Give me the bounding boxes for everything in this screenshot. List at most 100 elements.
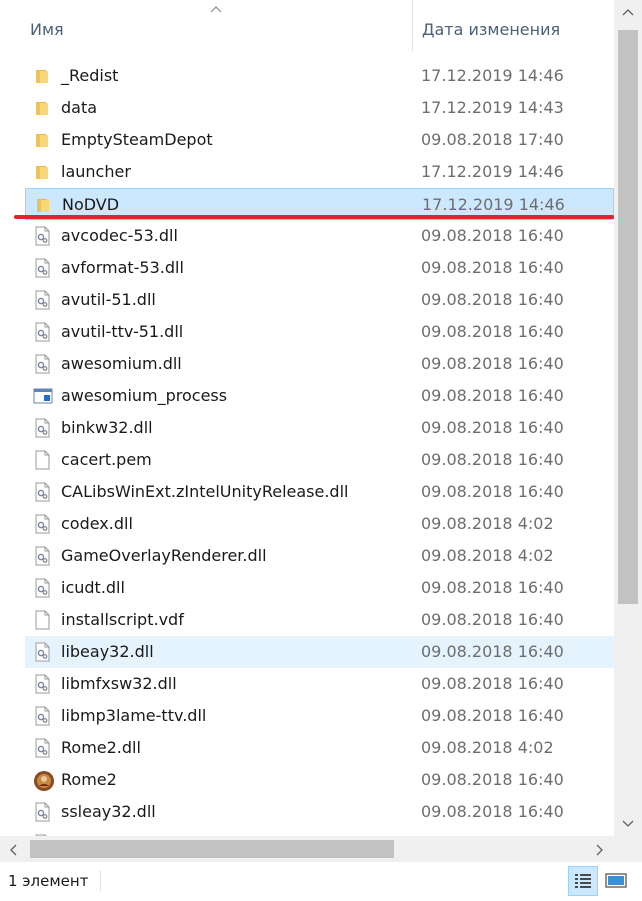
scroll-up-icon[interactable]: [622, 8, 634, 16]
horizontal-scroll-thumb[interactable]: [30, 840, 394, 858]
file-modified-date: 09.08.2018 4:02: [421, 738, 554, 757]
dll-icon: [33, 514, 51, 534]
file-row[interactable]: GameOverlayRenderer.dll 09.08.2018 4:02: [25, 540, 614, 572]
dll-icon: [33, 354, 51, 374]
file-row[interactable]: binkw32.dll 09.08.2018 16:40: [25, 412, 614, 444]
file-modified-date: 09.08.2018 4:02: [421, 546, 554, 565]
status-bar: 1 элемент: [0, 862, 642, 901]
folder-icon: [33, 130, 51, 150]
file-row[interactable]: ssleay32.dll 09.08.2018 16:40: [25, 796, 614, 828]
file-modified-date: 09.08.2018 17:40: [421, 130, 564, 149]
column-header: Имя Дата изменения: [0, 0, 614, 52]
app-icon: [33, 770, 54, 791]
file-modified-date: 09.08.2018 4:02: [421, 514, 554, 533]
file-name: binkw32.dll: [61, 418, 153, 437]
file-row[interactable]: avutil-51.dll 09.08.2018 16:40: [25, 284, 614, 316]
file-modified-date: 09.08.2018 16:40: [421, 610, 564, 629]
dll-icon: [33, 322, 51, 342]
scrollbar-corner: [614, 836, 642, 862]
file-name: libmfxsw32.dll: [61, 674, 177, 693]
file-row[interactable]: codex.dll 09.08.2018 4:02: [25, 508, 614, 540]
file-row[interactable]: CALibsWinExt.zIntelUnityRelease.dll 09.08…: [25, 476, 614, 508]
file-row[interactable]: libmp3lame-ttv.dll 09.08.2018 16:40: [25, 700, 614, 732]
file-modified-date: 09.08.2018 16:40: [421, 674, 564, 693]
dll-icon: [33, 226, 51, 246]
dll-icon: [33, 642, 51, 662]
file-row[interactable]: icudt.dll 09.08.2018 16:40: [25, 572, 614, 604]
file-modified-date: 09.08.2018 16:40: [421, 354, 564, 373]
file-modified-date: 09.08.2018 16:40: [421, 642, 564, 661]
file-name: _Redist: [61, 66, 119, 85]
scroll-down-icon[interactable]: [622, 820, 634, 828]
file-modified-date: 09.08.2018 16:40: [421, 482, 564, 501]
file-row[interactable]: launcher 17.12.2019 14:46: [25, 156, 614, 188]
file-name: cacert.pem: [61, 450, 152, 469]
folder-icon: [34, 195, 52, 215]
file-name: avcodec-53.dll: [61, 226, 178, 245]
file-name: GameOverlayRenderer.dll: [61, 546, 267, 565]
file-modified-date: 09.08.2018 16:40: [421, 578, 564, 597]
file-row[interactable]: avutil-ttv-51.dll 09.08.2018 16:40: [25, 316, 614, 348]
date-column-header[interactable]: Дата изменения: [412, 0, 614, 52]
dll-icon: [33, 482, 51, 502]
file-row[interactable]: _Redist 17.12.2019 14:46: [25, 60, 614, 92]
dll-icon: [33, 802, 51, 822]
file-name: ssleay32.dll: [61, 802, 156, 821]
file-icon: [33, 610, 51, 630]
name-column-header[interactable]: Имя: [0, 0, 411, 52]
horizontal-scrollbar[interactable]: [0, 836, 614, 862]
file-row[interactable]: libeay32.dll 09.08.2018 16:40: [25, 636, 614, 668]
details-view-icon: [575, 874, 591, 888]
file-modified-date: 09.08.2018 16:40: [421, 450, 564, 469]
file-name: awesomium.dll: [61, 354, 182, 373]
red-annotation-underline: [14, 215, 614, 219]
large-icons-view-icon: [605, 873, 627, 888]
folder-icon: [33, 98, 51, 118]
file-modified-date: 17.12.2019 14:46: [422, 195, 565, 214]
details-view-button[interactable]: [568, 866, 598, 896]
file-name: icudt.dll: [61, 578, 125, 597]
large-icons-view-button[interactable]: [602, 866, 632, 896]
status-divider: [100, 870, 101, 892]
file-name: libeay32.dll: [61, 642, 154, 661]
file-row[interactable]: awesomium_process 09.08.2018 16:40: [25, 380, 614, 412]
scroll-right-icon[interactable]: [596, 844, 604, 856]
file-name: CALibsWinExt.zIntelUnityRelease.dll: [61, 482, 349, 501]
file-row[interactable]: EmptySteamDepot 09.08.2018 17:40: [25, 124, 614, 156]
file-row[interactable]: installscript.vdf 09.08.2018 16:40: [25, 604, 614, 636]
file-row[interactable]: awesomium.dll 09.08.2018 16:40: [25, 348, 614, 380]
file-row[interactable]: data 17.12.2019 14:43: [25, 92, 614, 124]
vertical-scrollbar[interactable]: [614, 0, 642, 836]
file-modified-date: 09.08.2018 16:40: [421, 226, 564, 245]
dll-icon: [33, 706, 51, 726]
file-name: Rome2: [61, 770, 117, 789]
dll-icon: [33, 418, 51, 438]
file-row[interactable]: cacert.pem 09.08.2018 16:40: [25, 444, 614, 476]
file-modified-date: 09.08.2018 16:40: [421, 258, 564, 277]
folder-icon: [33, 66, 51, 86]
scroll-left-icon[interactable]: [9, 844, 17, 856]
dll-icon: [33, 258, 51, 278]
file-row[interactable]: Rome2 09.08.2018 16:40: [25, 764, 614, 796]
file-row[interactable]: avcodec-53.dll 09.08.2018 16:40: [25, 220, 614, 252]
file-modified-date: 09.08.2018 16:40: [421, 770, 564, 789]
dll-icon: [33, 674, 51, 694]
file-name: libmp3lame-ttv.dll: [61, 706, 207, 725]
file-name: Rome2.dll: [61, 738, 141, 757]
exe-icon: [33, 386, 53, 406]
file-row[interactable]: Rome2.dll 09.08.2018 4:02: [25, 732, 614, 764]
file-row[interactable]: avformat-53.dll 09.08.2018 16:40: [25, 252, 614, 284]
file-row[interactable]: [25, 828, 614, 836]
file-name: avutil-51.dll: [61, 290, 156, 309]
file-name: installscript.vdf: [61, 610, 184, 629]
file-modified-date: 17.12.2019 14:46: [421, 66, 564, 85]
file-modified-date: 17.12.2019 14:43: [421, 98, 564, 117]
file-modified-date: 09.08.2018 16:40: [421, 706, 564, 725]
file-row[interactable]: libmfxsw32.dll 09.08.2018 16:40: [25, 668, 614, 700]
dll-icon: [33, 546, 51, 566]
file-modified-date: 09.08.2018 16:40: [421, 322, 564, 341]
file-name: avformat-53.dll: [61, 258, 184, 277]
dll-icon: [33, 290, 51, 310]
vertical-scroll-thumb[interactable]: [618, 30, 638, 604]
file-name: NoDVD: [62, 195, 120, 214]
